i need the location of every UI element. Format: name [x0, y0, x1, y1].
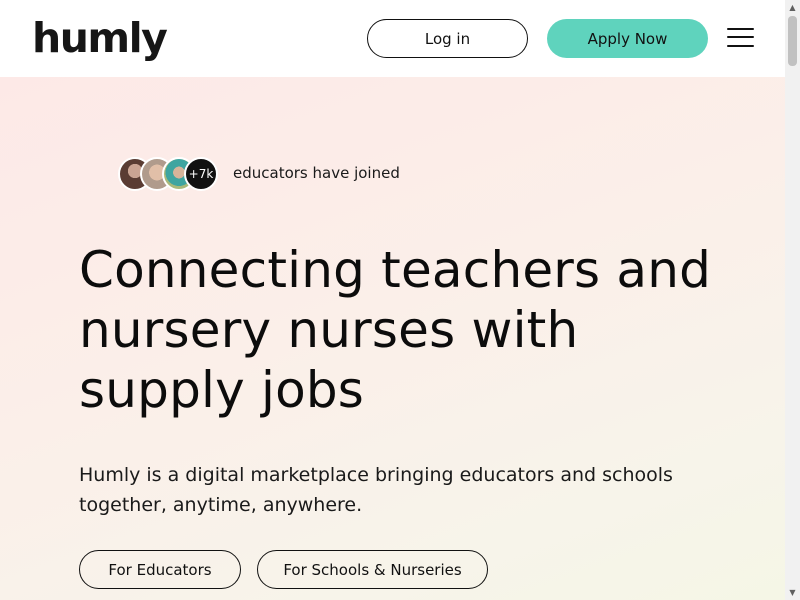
- login-button[interactable]: Log in: [367, 19, 528, 58]
- site-header: humly Log in Apply Now: [0, 0, 785, 77]
- hero-subtext: Humly is a digital marketplace bringing …: [79, 464, 673, 516]
- educator-avatars: +7k: [118, 157, 228, 191]
- apply-now-button[interactable]: Apply Now: [547, 19, 708, 58]
- for-educators-button[interactable]: For Educators: [79, 550, 241, 589]
- hero-headline: Connecting teachers and nursery nurses w…: [79, 241, 712, 419]
- menu-line: [727, 28, 754, 30]
- menu-line: [727, 36, 754, 38]
- scrollbar-thumb[interactable]: [788, 16, 797, 66]
- scroll-up-arrow-icon[interactable]: ▲: [785, 0, 800, 15]
- hamburger-menu-icon[interactable]: [727, 27, 754, 48]
- scroll-down-arrow-icon[interactable]: ▼: [785, 585, 800, 600]
- educators-joined-text: educators have joined: [233, 164, 400, 182]
- menu-line: [727, 45, 754, 47]
- page: humly Log in Apply Now +7k educators hav…: [0, 0, 785, 600]
- avatar-count-badge: +7k: [184, 157, 218, 191]
- vertical-scrollbar[interactable]: ▲ ▼: [785, 0, 800, 600]
- for-schools-button[interactable]: For Schools & Nurseries: [257, 550, 488, 589]
- humly-logo[interactable]: humly: [32, 14, 168, 62]
